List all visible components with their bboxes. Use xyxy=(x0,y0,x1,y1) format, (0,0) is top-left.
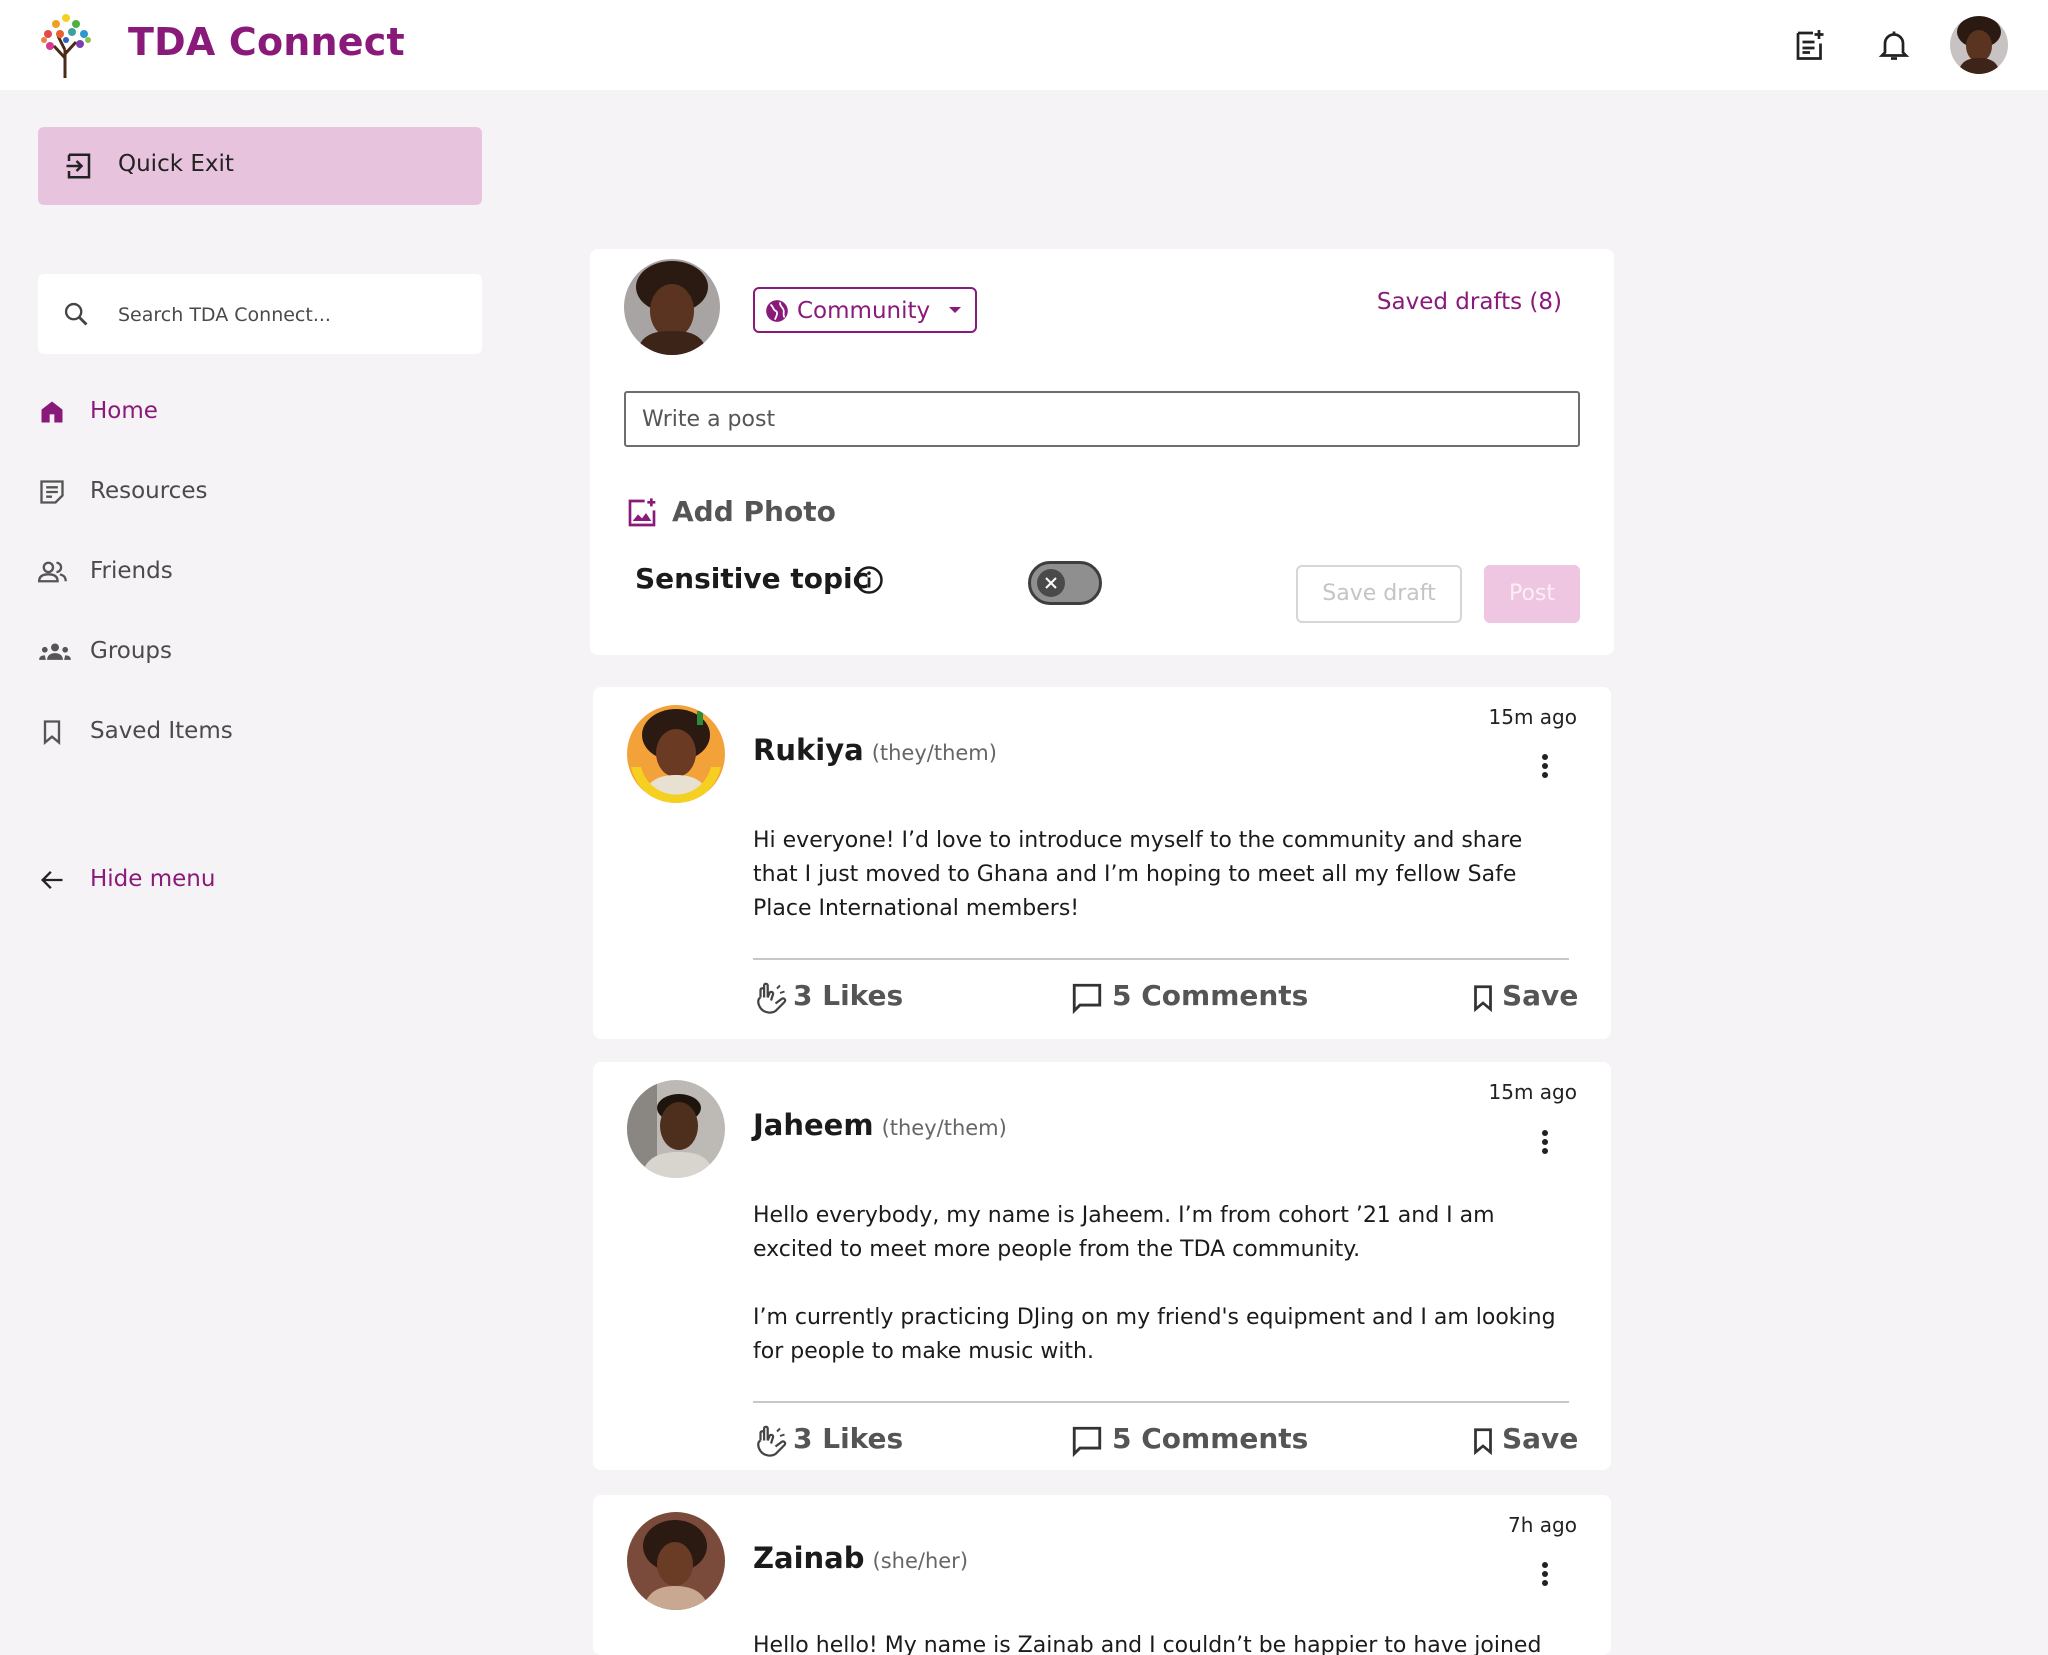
sidebar-item-friends[interactable]: Friends xyxy=(38,550,338,594)
add-photo-label: Add Photo xyxy=(672,495,836,528)
author-name: Zainab xyxy=(753,1541,865,1575)
post-timestamp: 15m ago xyxy=(1488,1080,1577,1104)
comment-icon xyxy=(1072,983,1102,1015)
post-author[interactable]: Rukiya (they/them) xyxy=(753,733,997,767)
comments-count: 5 Comments xyxy=(1112,979,1309,1012)
save-draft-button[interactable]: Save draft xyxy=(1296,565,1462,623)
post-divider xyxy=(753,958,1569,960)
comments-button[interactable]: 5 Comments xyxy=(1070,977,1310,1021)
more-options-icon[interactable] xyxy=(1541,753,1549,779)
post-body: Hello everybody, my name is Jaheem. I’m … xyxy=(753,1199,1573,1403)
sensitive-topic-toggle[interactable] xyxy=(1028,561,1102,605)
add-photo-icon xyxy=(628,498,656,527)
audience-label: Community xyxy=(797,298,931,324)
post-paragraph: Hi everyone! I’d love to introduce mysel… xyxy=(753,828,1523,921)
save-label: Save xyxy=(1502,979,1579,1012)
comments-count: 5 Comments xyxy=(1112,1422,1309,1455)
saved-drafts-link[interactable]: Saved drafts (8) xyxy=(1377,289,1562,315)
post-divider xyxy=(753,1401,1569,1403)
post-card: Jaheem (they/them) 15m ago Hello everybod… xyxy=(593,1062,1611,1470)
post-card: Zainab (she/her) 7h ago Hello hello! My n… xyxy=(593,1495,1611,1655)
hand-sign-icon xyxy=(757,1425,787,1457)
post-button[interactable]: Post xyxy=(1484,565,1580,623)
exit-icon xyxy=(66,153,91,179)
sidebar-item-label: Friends xyxy=(90,558,173,584)
sidebar-item-saved-items[interactable]: Saved Items xyxy=(38,710,338,754)
post-avatar[interactable] xyxy=(627,1512,725,1610)
bell-icon[interactable] xyxy=(1876,27,1912,63)
author-pronouns: (they/them) xyxy=(881,1116,1007,1140)
search-icon xyxy=(64,302,88,326)
post-avatar[interactable] xyxy=(627,1080,725,1178)
sidebar-item-home[interactable]: Home xyxy=(38,390,338,434)
post-timestamp: 15m ago xyxy=(1488,705,1577,729)
post-avatar[interactable] xyxy=(627,705,725,803)
author-name: Jaheem xyxy=(753,1108,874,1142)
write-post-input[interactable] xyxy=(624,391,1580,447)
post-composer: Community Saved drafts (8) Add Photo Sen… xyxy=(590,249,1614,655)
post-timestamp: 7h ago xyxy=(1508,1513,1577,1537)
sidebar-item-groups[interactable]: Groups xyxy=(38,630,338,674)
quick-exit-label: Quick Exit xyxy=(118,151,234,177)
post-author[interactable]: Jaheem (they/them) xyxy=(753,1108,1007,1142)
groups-icon xyxy=(39,643,71,660)
comment-icon xyxy=(1072,1426,1102,1458)
like-button[interactable]: 3 Likes xyxy=(753,1420,903,1464)
sidebar-item-label: Home xyxy=(90,398,158,424)
post-body: Hi everyone! I’d love to introduce mysel… xyxy=(753,824,1573,960)
author-pronouns: (she/her) xyxy=(872,1549,969,1573)
bookmark-icon xyxy=(1474,1428,1492,1456)
save-post-button[interactable]: Save xyxy=(1468,1420,1578,1464)
top-bar: TDA Connect xyxy=(0,0,2048,90)
save-label: Save xyxy=(1502,1422,1579,1455)
post-body: Hello hello! My name is Zainab and I cou… xyxy=(753,1629,1573,1655)
friends-icon xyxy=(38,561,67,583)
sensitive-topic-label: Sensitive topic xyxy=(635,562,870,595)
resources-icon xyxy=(40,480,64,504)
author-pronouns: (they/them) xyxy=(871,741,997,765)
search-box[interactable] xyxy=(38,274,482,354)
arrow-left-icon xyxy=(41,871,63,889)
new-post-icon[interactable] xyxy=(1792,27,1828,63)
toggle-knob xyxy=(1037,569,1065,597)
bookmark-icon xyxy=(1474,985,1492,1013)
more-options-icon[interactable] xyxy=(1541,1129,1549,1155)
chevron-down-icon xyxy=(949,307,961,313)
author-name: Rukiya xyxy=(753,733,864,767)
search-input[interactable] xyxy=(116,296,460,334)
composer-avatar xyxy=(624,259,720,355)
info-icon[interactable] xyxy=(854,565,884,595)
hide-menu-label: Hide menu xyxy=(90,866,216,892)
quick-exit-button[interactable]: Quick Exit xyxy=(38,127,482,205)
likes-count: 3 Likes xyxy=(793,979,904,1012)
audience-dropdown[interactable]: Community xyxy=(753,287,977,333)
hide-menu-button[interactable]: Hide menu xyxy=(38,858,338,902)
home-icon xyxy=(41,401,63,423)
hand-sign-icon xyxy=(757,982,787,1014)
bookmark-icon xyxy=(43,720,61,745)
sidebar-item-resources[interactable]: Resources xyxy=(38,470,338,514)
tree-logo-icon[interactable] xyxy=(36,10,96,80)
post-paragraph: I’m currently practicing DJing on my fri… xyxy=(753,1305,1556,1364)
add-photo-button[interactable]: Add Photo xyxy=(626,493,846,533)
post-author[interactable]: Zainab (she/her) xyxy=(753,1541,968,1575)
likes-count: 3 Likes xyxy=(793,1422,904,1455)
like-button[interactable]: 3 Likes xyxy=(753,977,903,1021)
sidebar-item-label: Saved Items xyxy=(90,718,233,744)
post-paragraph: Hello hello! My name is Zainab and I cou… xyxy=(753,1633,1542,1655)
globe-icon xyxy=(766,300,788,322)
comments-button[interactable]: 5 Comments xyxy=(1070,1420,1310,1464)
app-title[interactable]: TDA Connect xyxy=(128,20,405,64)
post-card: Rukiya (they/them) 15m ago Hi everyone! I… xyxy=(593,687,1611,1039)
save-post-button[interactable]: Save xyxy=(1468,977,1578,1021)
sidebar-item-label: Resources xyxy=(90,478,208,504)
sidebar-item-label: Groups xyxy=(90,638,173,664)
profile-avatar[interactable] xyxy=(1950,16,2008,74)
more-options-icon[interactable] xyxy=(1541,1561,1549,1587)
close-icon xyxy=(1045,577,1057,589)
post-paragraph: Hello everybody, my name is Jaheem. I’m … xyxy=(753,1203,1495,1262)
